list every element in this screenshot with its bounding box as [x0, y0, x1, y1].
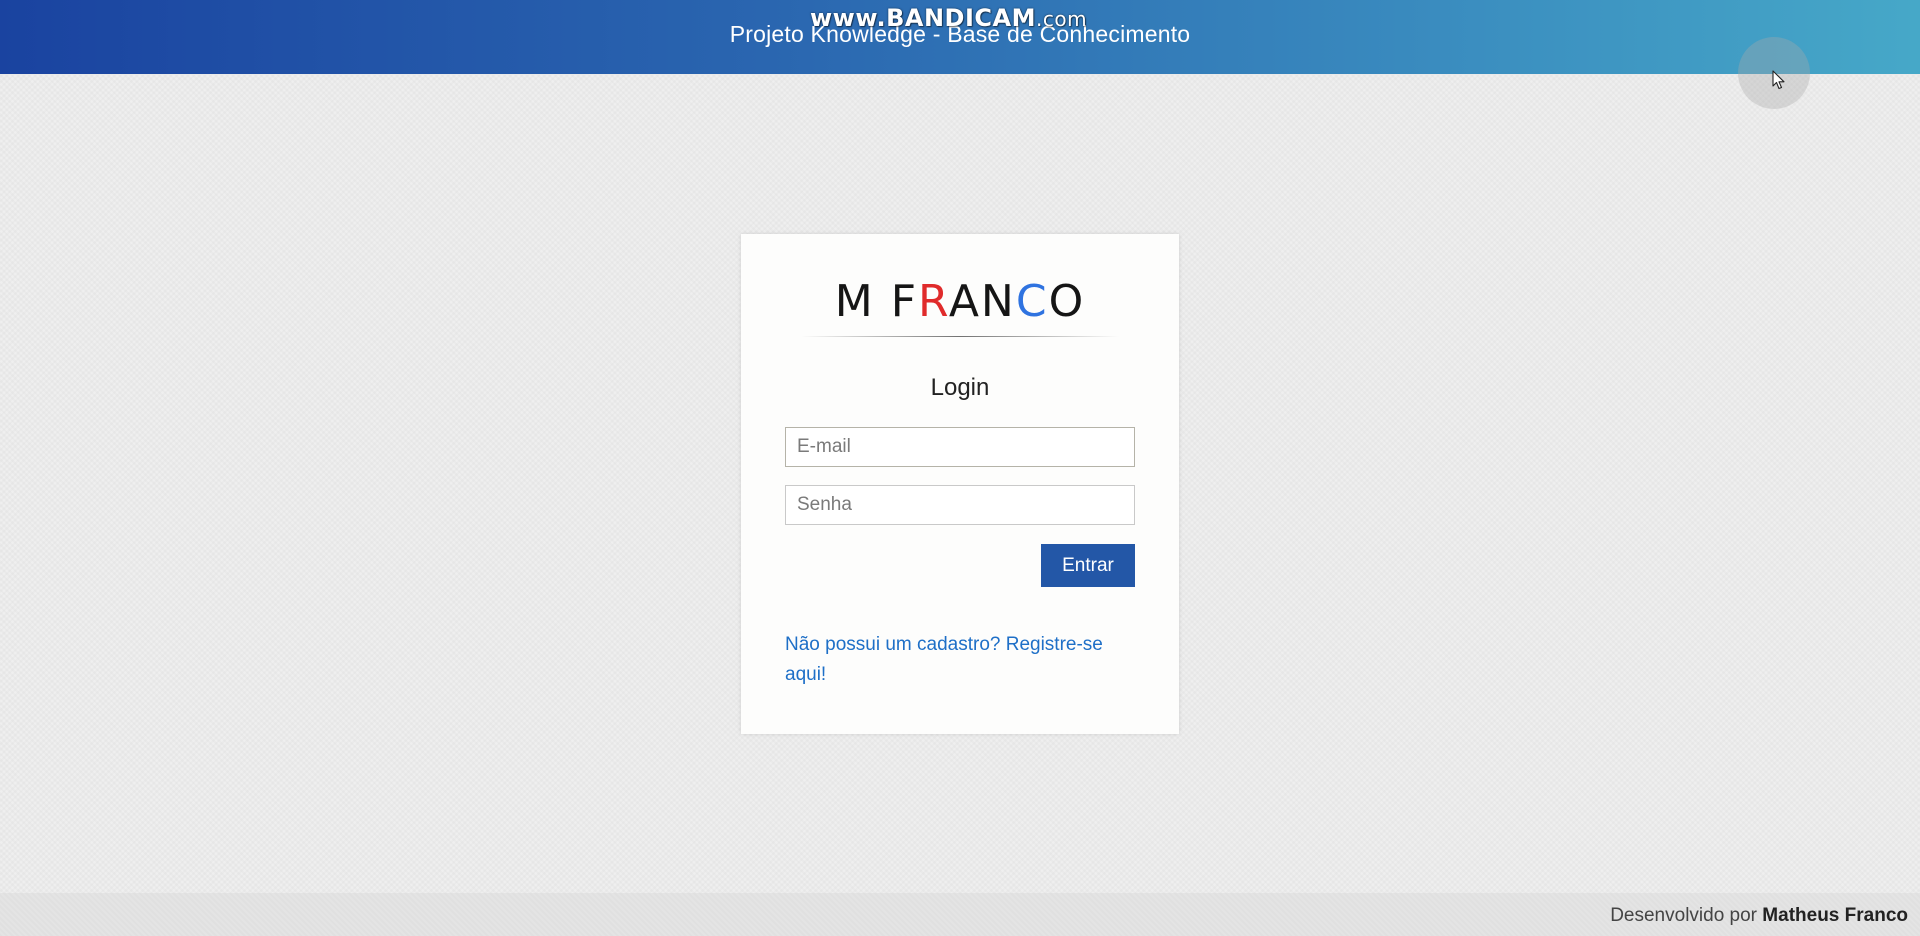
login-card: M FRANCO Login Entrar Não possui um cada…	[741, 234, 1179, 734]
logo-divider	[801, 336, 1119, 337]
logo-part-2: R	[918, 276, 949, 327]
watermark-main: www.BANDICAM	[810, 4, 1036, 32]
logo-part-5: O	[1048, 276, 1086, 327]
email-field[interactable]	[785, 427, 1135, 467]
page-footer: Desenvolvido por Matheus Franco	[0, 893, 1920, 936]
logo-part-3: AN	[948, 276, 1016, 327]
page: Projeto Knowledge - Base de Conhecimento…	[0, 0, 1920, 936]
bandicam-watermark: www.BANDICAM.com	[810, 4, 1087, 32]
password-field[interactable]	[785, 485, 1135, 525]
register-link[interactable]: Não possui um cadastro? Registre-se aqui…	[785, 630, 1135, 690]
brand-logo: M FRANCO	[741, 274, 1179, 330]
logo-part-1: M F	[834, 276, 919, 327]
footer-prefix: Desenvolvido por	[1610, 905, 1758, 926]
login-title: Login	[930, 374, 990, 401]
mouse-pointer-icon	[1772, 70, 1785, 90]
logo-part-4: C	[1015, 276, 1049, 327]
watermark-suffix: .com	[1035, 7, 1088, 31]
login-submit-button[interactable]: Entrar	[1041, 544, 1135, 587]
footer-author: Matheus Franco	[1762, 905, 1908, 926]
footer-credit: Desenvolvido por Matheus Franco	[1610, 905, 1908, 927]
